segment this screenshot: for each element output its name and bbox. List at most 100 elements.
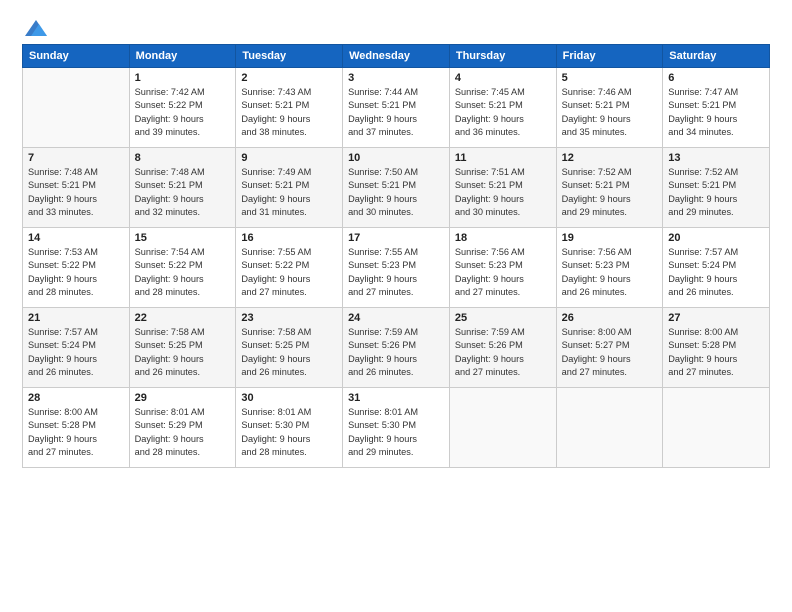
calendar-cell: 27 Sunrise: 8:00 AM Sunset: 5:28 PM Dayli… [663, 308, 770, 388]
calendar-header-thursday: Thursday [449, 45, 556, 68]
day-number: 16 [241, 232, 337, 244]
day-number: 1 [135, 72, 231, 84]
day-info: Sunrise: 7:57 AM Sunset: 5:24 PM Dayligh… [668, 246, 764, 299]
calendar-cell: 19 Sunrise: 7:56 AM Sunset: 5:23 PM Dayli… [556, 228, 663, 308]
day-number: 29 [135, 392, 231, 404]
calendar-cell [23, 68, 130, 148]
calendar-header-tuesday: Tuesday [236, 45, 343, 68]
logo [22, 18, 50, 36]
day-number: 31 [348, 392, 444, 404]
day-info: Sunrise: 7:58 AM Sunset: 5:25 PM Dayligh… [135, 326, 231, 379]
calendar-cell: 9 Sunrise: 7:49 AM Sunset: 5:21 PM Daylig… [236, 148, 343, 228]
calendar-cell: 10 Sunrise: 7:50 AM Sunset: 5:21 PM Dayli… [343, 148, 450, 228]
calendar-cell: 24 Sunrise: 7:59 AM Sunset: 5:26 PM Dayli… [343, 308, 450, 388]
calendar-cell: 3 Sunrise: 7:44 AM Sunset: 5:21 PM Daylig… [343, 68, 450, 148]
calendar-cell: 15Sunrise: 7:54 AM Sunset: 5:22 PM Dayli… [129, 228, 236, 308]
calendar-header-sunday: Sunday [23, 45, 130, 68]
calendar-cell: 20Sunrise: 7:57 AM Sunset: 5:24 PM Dayli… [663, 228, 770, 308]
day-info: Sunrise: 7:42 AM Sunset: 5:22 PM Dayligh… [135, 86, 231, 139]
calendar-cell: 30Sunrise: 8:01 AM Sunset: 5:30 PM Dayli… [236, 388, 343, 468]
calendar-cell: 8 Sunrise: 7:48 AM Sunset: 5:21 PM Daylig… [129, 148, 236, 228]
day-info: Sunrise: 8:00 AM Sunset: 5:27 PM Dayligh… [562, 326, 658, 379]
day-number: 22 [135, 312, 231, 324]
day-info: Sunrise: 8:00 AM Sunset: 5:28 PM Dayligh… [668, 326, 764, 379]
calendar-cell: 13 Sunrise: 7:52 AM Sunset: 5:21 PM Dayli… [663, 148, 770, 228]
calendar-cell: 4Sunrise: 7:45 AM Sunset: 5:21 PM Daylig… [449, 68, 556, 148]
day-number: 8 [135, 152, 231, 164]
day-number: 19 [562, 232, 658, 244]
calendar-cell: 14 Sunrise: 7:53 AM Sunset: 5:22 PM Dayli… [23, 228, 130, 308]
calendar-header-wednesday: Wednesday [343, 45, 450, 68]
calendar-header-row: SundayMondayTuesdayWednesdayThursdayFrid… [23, 45, 770, 68]
day-number: 7 [28, 152, 124, 164]
day-info: Sunrise: 7:46 AM Sunset: 5:21 PM Dayligh… [562, 86, 658, 139]
calendar-week-2: 7 Sunrise: 7:48 AM Sunset: 5:21 PM Daylig… [23, 148, 770, 228]
calendar-cell: 7Sunrise: 7:48 AM Sunset: 5:21 PM Daylig… [23, 148, 130, 228]
calendar-week-1: 1 Sunrise: 7:42 AM Sunset: 5:22 PM Daylig… [23, 68, 770, 148]
calendar-cell: 5 Sunrise: 7:46 AM Sunset: 5:21 PM Daylig… [556, 68, 663, 148]
day-info: Sunrise: 7:55 AM Sunset: 5:22 PM Dayligh… [241, 246, 337, 299]
calendar-cell: 22 Sunrise: 7:58 AM Sunset: 5:25 PM Dayli… [129, 308, 236, 388]
calendar-cell: 28 Sunrise: 8:00 AM Sunset: 5:28 PM Dayli… [23, 388, 130, 468]
calendar-header-friday: Friday [556, 45, 663, 68]
day-number: 30 [241, 392, 337, 404]
day-number: 13 [668, 152, 764, 164]
day-info: Sunrise: 7:56 AM Sunset: 5:23 PM Dayligh… [562, 246, 658, 299]
day-info: Sunrise: 7:49 AM Sunset: 5:21 PM Dayligh… [241, 166, 337, 219]
calendar-header-monday: Monday [129, 45, 236, 68]
day-info: Sunrise: 7:59 AM Sunset: 5:26 PM Dayligh… [348, 326, 444, 379]
calendar-week-4: 21 Sunrise: 7:57 AM Sunset: 5:24 PM Dayli… [23, 308, 770, 388]
day-number: 14 [28, 232, 124, 244]
calendar-table: SundayMondayTuesdayWednesdayThursdayFrid… [22, 44, 770, 468]
day-info: Sunrise: 7:58 AM Sunset: 5:25 PM Dayligh… [241, 326, 337, 379]
day-number: 3 [348, 72, 444, 84]
logo-icon [23, 18, 49, 38]
calendar-cell: 16 Sunrise: 7:55 AM Sunset: 5:22 PM Dayli… [236, 228, 343, 308]
day-info: Sunrise: 7:59 AM Sunset: 5:26 PM Dayligh… [455, 326, 551, 379]
day-number: 26 [562, 312, 658, 324]
day-info: Sunrise: 7:53 AM Sunset: 5:22 PM Dayligh… [28, 246, 124, 299]
day-number: 23 [241, 312, 337, 324]
calendar-cell: 11Sunrise: 7:51 AM Sunset: 5:21 PM Dayli… [449, 148, 556, 228]
calendar-cell: 2 Sunrise: 7:43 AM Sunset: 5:21 PM Daylig… [236, 68, 343, 148]
day-info: Sunrise: 8:00 AM Sunset: 5:28 PM Dayligh… [28, 406, 124, 459]
day-info: Sunrise: 7:43 AM Sunset: 5:21 PM Dayligh… [241, 86, 337, 139]
page: SundayMondayTuesdayWednesdayThursdayFrid… [0, 0, 792, 612]
day-info: Sunrise: 7:54 AM Sunset: 5:22 PM Dayligh… [135, 246, 231, 299]
day-info: Sunrise: 8:01 AM Sunset: 5:29 PM Dayligh… [135, 406, 231, 459]
calendar-cell: 25 Sunrise: 7:59 AM Sunset: 5:26 PM Dayli… [449, 308, 556, 388]
day-info: Sunrise: 7:44 AM Sunset: 5:21 PM Dayligh… [348, 86, 444, 139]
day-info: Sunrise: 7:57 AM Sunset: 5:24 PM Dayligh… [28, 326, 124, 379]
day-number: 27 [668, 312, 764, 324]
day-number: 12 [562, 152, 658, 164]
calendar-cell [663, 388, 770, 468]
day-info: Sunrise: 7:51 AM Sunset: 5:21 PM Dayligh… [455, 166, 551, 219]
day-info: Sunrise: 7:50 AM Sunset: 5:21 PM Dayligh… [348, 166, 444, 219]
calendar-cell [449, 388, 556, 468]
day-info: Sunrise: 8:01 AM Sunset: 5:30 PM Dayligh… [348, 406, 444, 459]
calendar-cell: 12Sunrise: 7:52 AM Sunset: 5:21 PM Dayli… [556, 148, 663, 228]
calendar-cell: 1 Sunrise: 7:42 AM Sunset: 5:22 PM Daylig… [129, 68, 236, 148]
calendar-cell: 18Sunrise: 7:56 AM Sunset: 5:23 PM Dayli… [449, 228, 556, 308]
day-number: 5 [562, 72, 658, 84]
day-number: 28 [28, 392, 124, 404]
calendar-week-5: 28 Sunrise: 8:00 AM Sunset: 5:28 PM Dayli… [23, 388, 770, 468]
day-number: 2 [241, 72, 337, 84]
day-info: Sunrise: 7:56 AM Sunset: 5:23 PM Dayligh… [455, 246, 551, 299]
calendar-cell: 6 Sunrise: 7:47 AM Sunset: 5:21 PM Daylig… [663, 68, 770, 148]
day-number: 24 [348, 312, 444, 324]
calendar-cell: 23 Sunrise: 7:58 AM Sunset: 5:25 PM Dayli… [236, 308, 343, 388]
day-number: 4 [455, 72, 551, 84]
day-number: 17 [348, 232, 444, 244]
day-number: 9 [241, 152, 337, 164]
day-number: 21 [28, 312, 124, 324]
calendar-cell: 17Sunrise: 7:55 AM Sunset: 5:23 PM Dayli… [343, 228, 450, 308]
day-number: 10 [348, 152, 444, 164]
day-info: Sunrise: 7:48 AM Sunset: 5:21 PM Dayligh… [135, 166, 231, 219]
calendar-week-3: 14 Sunrise: 7:53 AM Sunset: 5:22 PM Dayli… [23, 228, 770, 308]
logo-text [22, 18, 50, 38]
day-number: 6 [668, 72, 764, 84]
day-number: 25 [455, 312, 551, 324]
day-info: Sunrise: 7:47 AM Sunset: 5:21 PM Dayligh… [668, 86, 764, 139]
day-info: Sunrise: 7:52 AM Sunset: 5:21 PM Dayligh… [668, 166, 764, 219]
